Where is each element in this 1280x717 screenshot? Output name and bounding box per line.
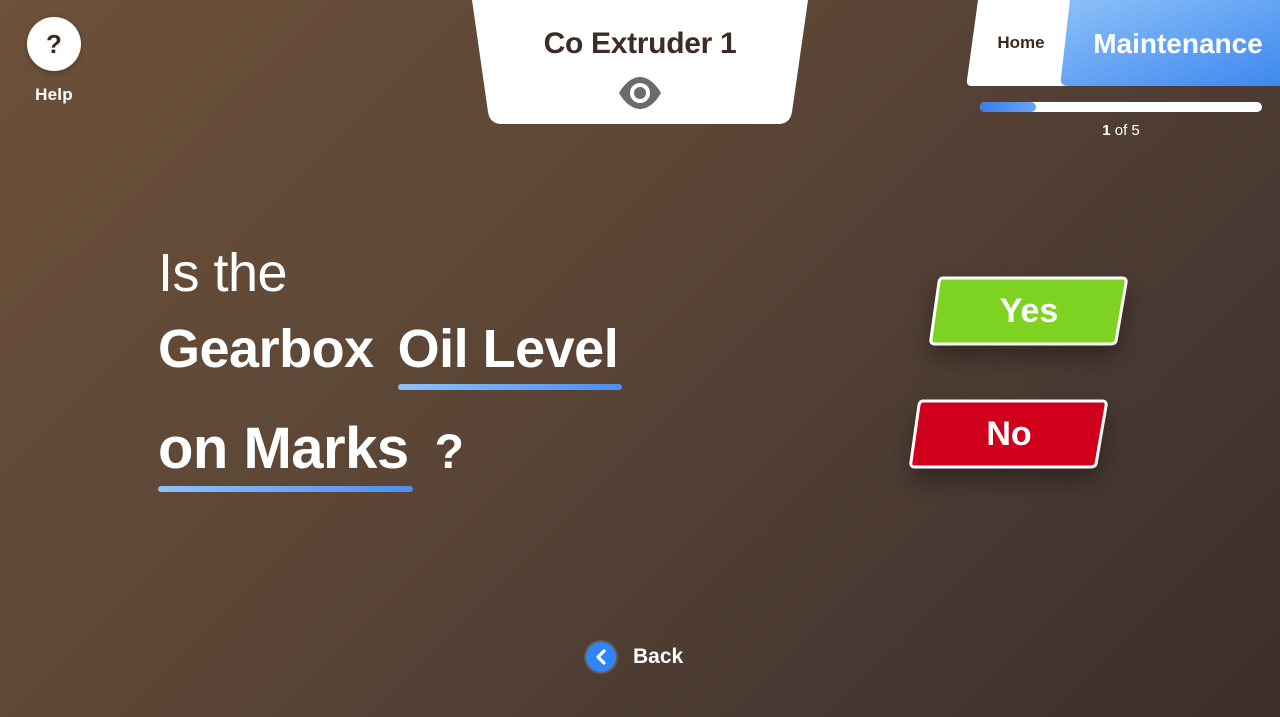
back-label[interactable]: Back (633, 645, 683, 669)
question-oil-level-highlight: Oil Level (397, 319, 622, 390)
tab-maintenance[interactable]: Maintenance (1076, 28, 1280, 60)
question-line-3: on Marks? (158, 415, 464, 492)
no-label[interactable]: No (909, 398, 1109, 470)
yes-label[interactable]: Yes (929, 275, 1129, 347)
progress-current: 1 (1102, 122, 1111, 139)
no-button[interactable]: No (909, 398, 1109, 470)
help-control[interactable]: ? Help (26, 17, 82, 105)
progress-bar (980, 102, 1262, 112)
chevron-left-glyph (596, 649, 606, 665)
machine-title: Co Extruder 1 (543, 27, 737, 60)
question-intro: Is the (158, 243, 288, 303)
question-gearbox: Gearbox (158, 319, 374, 379)
chevron-left-icon[interactable] (586, 642, 616, 672)
question-mark: ? (434, 426, 464, 479)
question-line-2: Gearbox Oil Level (158, 318, 622, 390)
progress-total-text: of 5 (1110, 122, 1140, 139)
nav-tabs: Home Maintenance (966, 0, 1280, 86)
machine-header-tab: Co Extruder 1 (470, 0, 810, 124)
question-mark-icon[interactable]: ? (27, 17, 81, 71)
help-label[interactable]: Help (26, 85, 82, 105)
tab-home[interactable]: Home (980, 33, 1062, 53)
back-button[interactable]: Back (586, 641, 683, 673)
progress-bar-fill (980, 102, 1037, 112)
yes-button[interactable]: Yes (929, 275, 1129, 347)
progress-counter: 1 of 5 (980, 122, 1262, 139)
eye-icon[interactable] (617, 76, 663, 110)
question-on-marks-highlight: on Marks (158, 416, 413, 492)
